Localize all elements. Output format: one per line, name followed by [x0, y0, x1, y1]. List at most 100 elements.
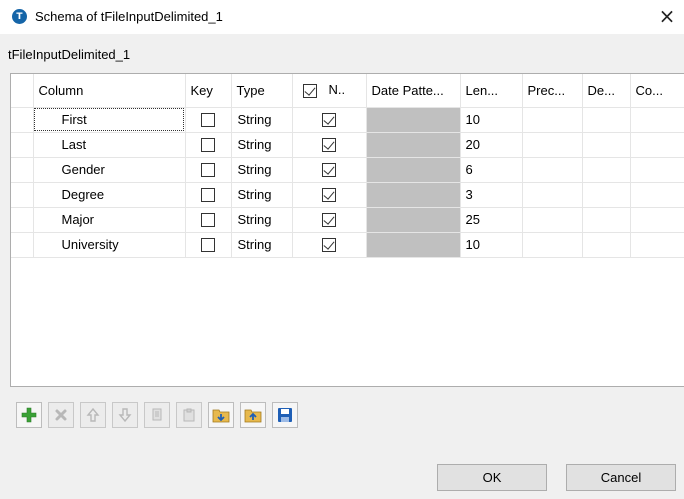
add-icon [21, 407, 37, 423]
ok-button[interactable]: OK [437, 464, 547, 491]
precision-cell[interactable] [522, 157, 583, 183]
header-length[interactable]: Len... [460, 74, 523, 108]
type-cell[interactable]: String [231, 157, 293, 183]
column-name-cell[interactable]: University [33, 232, 186, 258]
comment-cell[interactable] [630, 132, 684, 158]
key-checkbox[interactable] [201, 213, 215, 228]
key-checkbox[interactable] [201, 138, 215, 153]
schema-table[interactable]: Column Key Type N.. Date Patte... Len...… [10, 73, 684, 387]
table-row[interactable]: First String 10 [11, 107, 684, 133]
move-down-button[interactable] [112, 402, 138, 428]
precision-cell[interactable] [522, 207, 583, 233]
key-cell[interactable] [185, 107, 232, 133]
header-date-pattern[interactable]: Date Patte... [366, 74, 461, 108]
add-row-button[interactable] [16, 402, 42, 428]
date-pattern-cell [366, 157, 461, 183]
default-cell[interactable] [582, 107, 631, 133]
import-schema-button[interactable] [208, 402, 234, 428]
nullable-checkbox[interactable] [322, 163, 336, 178]
nullable-checkbox[interactable] [322, 188, 336, 203]
default-cell[interactable] [582, 182, 631, 208]
length-cell[interactable]: 25 [460, 207, 523, 233]
nullable-cell[interactable] [292, 207, 367, 233]
length-cell[interactable]: 3 [460, 182, 523, 208]
precision-cell[interactable] [522, 107, 583, 133]
paste-button[interactable] [176, 402, 202, 428]
comment-cell[interactable] [630, 107, 684, 133]
row-gutter [11, 107, 34, 133]
cancel-button[interactable]: Cancel [566, 464, 676, 491]
key-checkbox[interactable] [201, 238, 215, 253]
column-name-cell[interactable]: First [33, 107, 186, 133]
row-gutter [11, 182, 34, 208]
nullable-checkbox[interactable] [322, 238, 336, 253]
key-cell[interactable] [185, 157, 232, 183]
row-gutter-header [11, 74, 34, 108]
length-cell[interactable]: 20 [460, 132, 523, 158]
comment-cell[interactable] [630, 207, 684, 233]
key-cell[interactable] [185, 132, 232, 158]
move-down-icon [118, 408, 132, 422]
header-comment[interactable]: Co... [630, 74, 684, 108]
table-row[interactable]: Gender String 6 [11, 157, 684, 183]
table-row[interactable]: Degree String 3 [11, 182, 684, 208]
key-checkbox[interactable] [201, 113, 215, 128]
default-cell[interactable] [582, 232, 631, 258]
comment-cell[interactable] [630, 182, 684, 208]
precision-cell[interactable] [522, 232, 583, 258]
length-cell[interactable]: 10 [460, 107, 523, 133]
column-name-cell[interactable]: Degree [33, 182, 186, 208]
precision-cell[interactable] [522, 182, 583, 208]
nullable-cell[interactable] [292, 182, 367, 208]
remove-row-button[interactable] [48, 402, 74, 428]
header-type[interactable]: Type [231, 74, 293, 108]
nullable-cell[interactable] [292, 232, 367, 258]
precision-cell[interactable] [522, 132, 583, 158]
row-gutter [11, 157, 34, 183]
type-cell[interactable]: String [231, 132, 293, 158]
key-cell[interactable] [185, 232, 232, 258]
comment-cell[interactable] [630, 157, 684, 183]
nullable-all-checkbox[interactable] [302, 84, 317, 99]
nullable-checkbox[interactable] [322, 113, 336, 128]
schema-toolbar [16, 402, 298, 428]
column-name-cell[interactable]: Last [33, 132, 186, 158]
table-row[interactable]: University String 10 [11, 232, 684, 258]
header-key[interactable]: Key [185, 74, 232, 108]
nullable-cell[interactable] [292, 157, 367, 183]
length-cell[interactable]: 6 [460, 157, 523, 183]
copy-button[interactable] [144, 402, 170, 428]
default-cell[interactable] [582, 157, 631, 183]
default-cell[interactable] [582, 207, 631, 233]
length-cell[interactable]: 10 [460, 232, 523, 258]
table-row[interactable]: Major String 25 [11, 207, 684, 233]
header-nullable[interactable]: N.. [292, 74, 367, 108]
table-header-row: Column Key Type N.. Date Patte... Len...… [11, 74, 684, 108]
type-cell[interactable]: String [231, 182, 293, 208]
nullable-checkbox[interactable] [322, 213, 336, 228]
header-default[interactable]: De... [582, 74, 631, 108]
table-row[interactable]: Last String 20 [11, 132, 684, 158]
save-schema-button[interactable] [272, 402, 298, 428]
column-name-cell[interactable]: Major [33, 207, 186, 233]
row-gutter [11, 207, 34, 233]
type-cell[interactable]: String [231, 232, 293, 258]
key-cell[interactable] [185, 182, 232, 208]
default-cell[interactable] [582, 132, 631, 158]
comment-cell[interactable] [630, 232, 684, 258]
type-cell[interactable]: String [231, 207, 293, 233]
type-cell[interactable]: String [231, 107, 293, 133]
key-checkbox[interactable] [201, 163, 215, 178]
key-checkbox[interactable] [201, 188, 215, 203]
nullable-cell[interactable] [292, 132, 367, 158]
close-icon[interactable]: × [656, 5, 678, 27]
header-column[interactable]: Column [33, 74, 186, 108]
column-name-cell[interactable]: Gender [33, 157, 186, 183]
export-schema-button[interactable] [240, 402, 266, 428]
move-up-button[interactable] [80, 402, 106, 428]
nullable-cell[interactable] [292, 107, 367, 133]
key-cell[interactable] [185, 207, 232, 233]
talend-app-icon: T [12, 9, 27, 24]
nullable-checkbox[interactable] [322, 138, 336, 153]
header-precision[interactable]: Prec... [522, 74, 583, 108]
